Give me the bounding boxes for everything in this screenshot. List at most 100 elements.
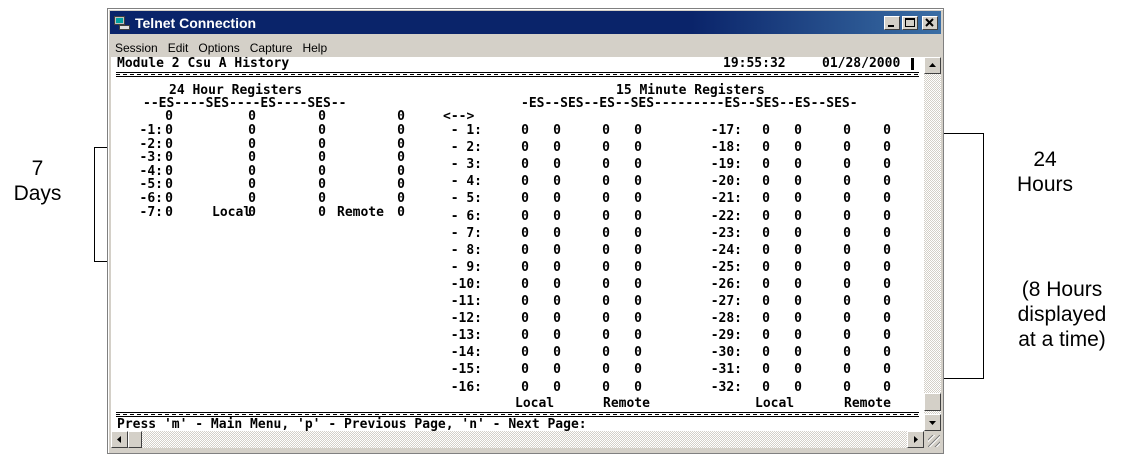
horizontal-scroll-thumb[interactable] — [128, 431, 142, 448]
m15-value: 0 — [553, 140, 561, 156]
h24-current-value: 0 — [248, 109, 256, 124]
m15-row-label: -17: — [710, 123, 742, 138]
m15-value: 0 — [883, 294, 891, 309]
m15-value: 0 — [762, 140, 770, 156]
top-separator — [116, 72, 919, 77]
menu-options[interactable]: Options — [193, 41, 244, 55]
m15-row-label: -16: — [450, 379, 482, 395]
m15-value: 0 — [634, 311, 642, 327]
m15-value: 0 — [602, 362, 610, 378]
m15-value: 0 — [762, 345, 770, 361]
scroll-arrows: <--> — [443, 109, 475, 124]
m15-value: 0 — [602, 259, 610, 275]
menu-capture[interactable]: Capture — [245, 41, 298, 55]
h24-column-headers: --ES----SES----ES----SES-- — [143, 96, 347, 111]
telnet-terminal-icon[interactable] — [114, 15, 130, 31]
m15-value: 0 — [843, 276, 851, 292]
h24-current-value: 0 — [318, 109, 326, 124]
m15-value: 0 — [553, 174, 561, 190]
h24-current-row — [111, 110, 411, 124]
m15-column-headers: -ES--SES--ES--SES---------ES--SES--ES--S… — [521, 96, 858, 111]
h24-value: 0 — [397, 163, 405, 179]
m15-row-label: - 9: — [450, 259, 482, 275]
m15-value: 0 — [843, 379, 851, 395]
m15-value: 0 — [762, 225, 770, 241]
m15-row-label: - 6: — [450, 208, 482, 224]
m15-value: 0 — [634, 208, 642, 224]
scroll-down-button[interactable] — [924, 414, 941, 431]
m15-row-label: -11: — [450, 294, 482, 309]
m15-value: 0 — [794, 191, 802, 207]
m15-value: 0 — [843, 242, 851, 258]
scroll-up-button[interactable] — [924, 57, 941, 74]
m15-row-label: - 5: — [450, 191, 482, 207]
h24-value: 0 — [248, 204, 256, 220]
arrow-up-icon — [929, 63, 936, 67]
m15-value: 0 — [794, 311, 802, 327]
h24-current-value: 0 — [165, 109, 173, 124]
scroll-right-button[interactable] — [907, 431, 924, 448]
m15-value: 0 — [602, 191, 610, 207]
h24-value: 0 — [318, 177, 326, 193]
m15-row-label: - 7: — [450, 225, 482, 241]
m15-value: 0 — [794, 174, 802, 190]
vertical-scrollbar[interactable] — [924, 57, 941, 431]
m15-value: 0 — [521, 191, 529, 207]
m15-row-label: -26: — [710, 276, 742, 292]
m15-value: 0 — [553, 362, 561, 378]
m15-value: 0 — [553, 191, 561, 207]
vertical-scroll-thumb[interactable] — [924, 393, 941, 411]
m15-value: 0 — [883, 157, 891, 173]
close-button[interactable] — [922, 15, 938, 30]
m15-value: 0 — [553, 276, 561, 292]
m15-value: 0 — [602, 276, 610, 292]
maximize-button[interactable] — [902, 15, 918, 30]
m15-row-label: - 2: — [450, 140, 482, 156]
hours-annotation: 24 Hours — [1016, 148, 1074, 196]
m15-value: 0 — [843, 140, 851, 156]
minimize-button[interactable] — [884, 15, 900, 30]
m15-value: 0 — [634, 328, 642, 344]
maximize-icon — [905, 17, 915, 27]
h24-value: 0 — [165, 191, 173, 206]
m15-value: 0 — [883, 311, 891, 327]
scroll-left-button[interactable] — [111, 431, 128, 448]
h24-value: 0 — [165, 163, 173, 179]
m15-value: 0 — [602, 157, 610, 173]
telnet-window: Telnet Connection Session Edit Options Capt… — [107, 8, 944, 454]
title-bar[interactable]: Telnet Connection — [110, 11, 941, 34]
m15-value: 0 — [521, 294, 529, 309]
h24-value: 0 — [397, 177, 405, 193]
horizontal-scrollbar[interactable] — [111, 431, 924, 448]
menu-session[interactable]: Session — [111, 41, 163, 55]
h24-value: 0 — [318, 123, 326, 138]
h24-value: 0 — [248, 191, 256, 206]
m15-value: 0 — [843, 225, 851, 241]
m15-value: 0 — [634, 123, 642, 138]
m15-value: 0 — [883, 242, 891, 258]
m15-value: 0 — [634, 345, 642, 361]
m15-value: 0 — [762, 259, 770, 275]
m15-row-label: -22: — [710, 208, 742, 224]
m15-value: 0 — [521, 208, 529, 224]
h24-value: 0 — [165, 136, 173, 152]
m15-value: 0 — [794, 276, 802, 292]
m15-value: 0 — [521, 328, 529, 344]
m15-row-label: - 8: — [450, 242, 482, 258]
h24-row-label: -2: — [139, 136, 163, 152]
menu-help[interactable]: Help — [297, 41, 332, 55]
m15-value: 0 — [883, 345, 891, 361]
m15-value: 0 — [762, 208, 770, 224]
terminal-screen[interactable]: Module 2 Csu A History 19:55:32 01/28/20… — [111, 57, 924, 431]
m15-row-label: -30: — [710, 345, 742, 361]
menu-edit[interactable]: Edit — [163, 41, 194, 55]
h24-value: 0 — [397, 204, 405, 220]
h24-value: 0 — [165, 123, 173, 138]
h24-value: 0 — [318, 163, 326, 179]
m15-value: 0 — [843, 328, 851, 344]
resize-grip-icon[interactable] — [924, 431, 941, 448]
h24-value: 0 — [397, 191, 405, 206]
m15-row-label: - 4: — [450, 174, 482, 190]
m15-value: 0 — [843, 345, 851, 361]
m15-value: 0 — [602, 294, 610, 309]
